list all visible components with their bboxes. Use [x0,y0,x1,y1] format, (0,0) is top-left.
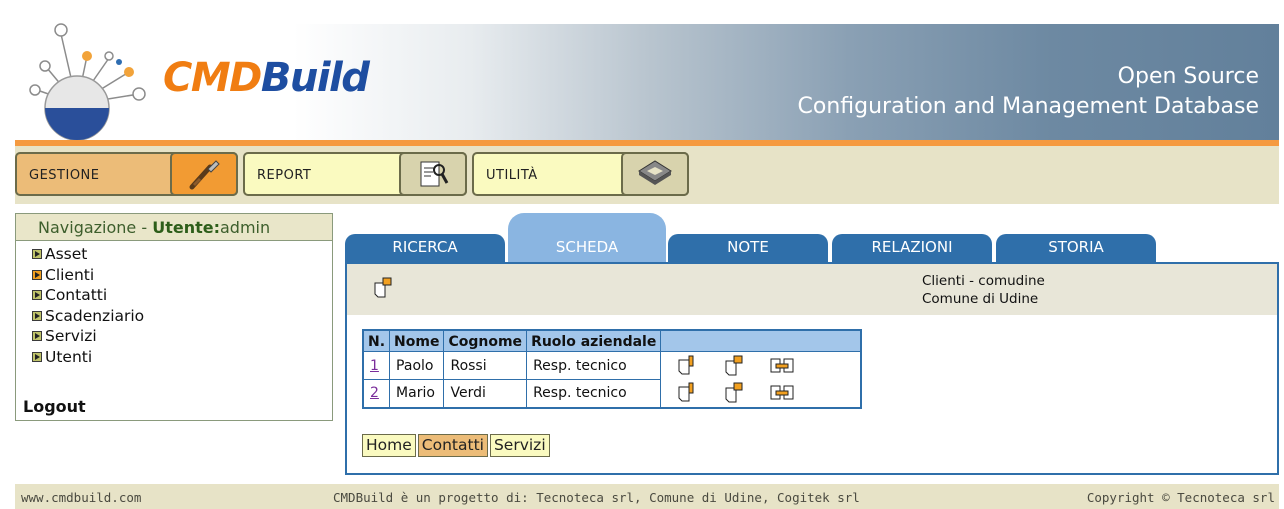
column-header: Nome [389,329,445,352]
table-header-row: N. Nome Cognome Ruolo aziendale [362,329,862,352]
menu-utilita-label: UTILITÀ [486,168,538,183]
nav-item-asset[interactable]: Asset [32,244,332,265]
cell-cognome: Rossi [443,351,528,380]
tab-scheda[interactable]: SCHEDA [508,213,666,262]
footer-website-link[interactable]: www.cmdbuild.com [21,490,141,505]
card-content: Clienti - comudine Comune di Udine N. No… [345,262,1279,475]
breadcrumb-servizi[interactable]: Servizi [489,434,550,457]
tab-note[interactable]: NOTE [668,234,828,262]
nav-item-servizi[interactable]: Servizi [32,326,332,347]
arrow-bullet-icon [32,310,42,321]
card-toolbar: Clienti - comudine Comune di Udine [347,264,1277,315]
nav-item-contatti[interactable]: Contatti [32,285,332,306]
column-header: Cognome [443,329,528,352]
nav-item-scadenziario[interactable]: Scadenziario [32,306,332,327]
table-row: 1 Paolo Rossi Resp. tecnico [362,351,861,380]
utilities-icon[interactable] [621,152,689,196]
row-link[interactable]: 2 [370,385,379,401]
row-actions [661,352,861,380]
tagline-line2: Configuration and Management Database [797,94,1259,119]
tagline-line1: Open Source [1117,64,1259,89]
menu-gestione[interactable]: GESTIONE [15,152,238,196]
record-class: Clienti - comudine [922,273,1045,289]
arrow-bullet-icon [32,269,42,280]
cell-nome: Paolo [389,351,445,380]
edit-card-icon[interactable] [677,355,697,377]
breadcrumb-contatti[interactable]: Contatti [417,434,488,457]
main-menu: GESTIONE REPORT UTILITÀ [15,146,1279,204]
menu-report-label: REPORT [257,168,312,183]
cmdbuild-logo-icon [29,23,146,141]
cell-nome: Mario [389,379,445,408]
cell-cognome: Verdi [443,379,528,408]
row-link[interactable]: 1 [370,358,379,374]
cell-ruolo: Resp. tecnico [526,351,662,380]
tools-icon[interactable] [170,152,238,196]
arrow-bullet-icon [32,331,42,342]
report-magnifier-icon[interactable] [399,152,467,196]
new-card-icon[interactable] [373,277,393,303]
row-actions [661,380,861,408]
navigation-list: Asset Clienti Contatti Scadenziario Serv… [16,241,332,367]
relations-icon[interactable] [770,384,794,402]
record-info: Clienti - comudine Comune di Udine [922,272,1045,308]
logout-link[interactable]: Logout [23,397,86,416]
row-number[interactable]: 2 [362,379,391,408]
arrow-bullet-icon [32,351,42,362]
header-tagline: Open Source Configuration and Management… [798,62,1259,122]
column-header: Ruolo aziendale [526,329,662,352]
contacts-table: N. Nome Cognome Ruolo aziendale 1 Paolo … [362,329,862,409]
column-header: N. [362,329,391,352]
edit-card-icon[interactable] [677,382,697,404]
tab-relazioni[interactable]: RELAZIONI [832,234,992,262]
logo-wordmark: CMDBuild [163,55,370,101]
menu-gestione-label: GESTIONE [29,168,100,183]
new-card-icon[interactable] [724,355,744,377]
navigation-panel: Navigazione - Utente:admin Asset Clienti… [15,213,333,421]
menu-utilita[interactable]: UTILITÀ [472,152,689,196]
relations-icon[interactable] [770,357,794,375]
arrow-bullet-icon [32,249,42,260]
table-row: 2 Mario Verdi Resp. tecnico [362,379,861,408]
footer-copyright: Copyright © Tecnoteca srl [1086,490,1275,505]
breadcrumb: Home Contatti Servizi [362,434,550,457]
breadcrumb-home[interactable]: Home [362,434,416,457]
nav-item-clienti[interactable]: Clienti [32,265,332,286]
new-card-icon[interactable] [724,382,744,404]
app-header: CMDBuild Open Source Configuration and M… [15,23,1279,141]
menu-report[interactable]: REPORT [243,152,467,196]
footer-credits: CMDBuild è un progetto di: Tecnoteca srl… [333,490,860,505]
nav-item-utenti[interactable]: Utenti [32,347,332,368]
row-number[interactable]: 1 [362,351,391,380]
page-footer: www.cmdbuild.com CMDBuild è un progetto … [15,484,1279,509]
actions-header [660,329,862,352]
cell-ruolo: Resp. tecnico [526,379,662,408]
navigation-title: Navigazione - Utente:admin [16,214,332,241]
tab-ricerca[interactable]: RICERCA [345,234,505,262]
tab-storia[interactable]: STORIA [996,234,1156,262]
arrow-bullet-icon [32,290,42,301]
record-description: Comune di Udine [922,291,1039,307]
